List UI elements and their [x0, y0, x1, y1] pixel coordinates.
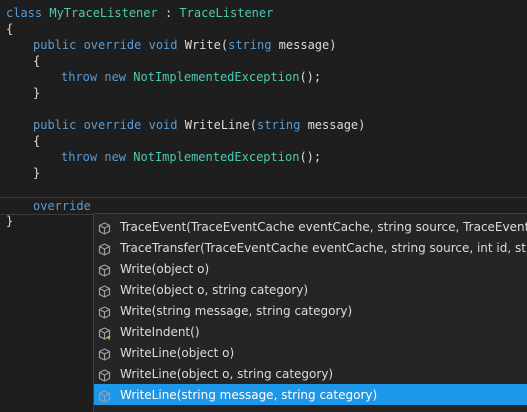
write-param-type: string [228, 38, 272, 52]
writeline-method-name: WriteLine [184, 118, 250, 132]
completion-item-label: TraceEvent(TraceEventCache eventCache, s… [120, 219, 527, 234]
writeline-modifiers: public override void [33, 118, 178, 132]
class-name: MyTraceListener [49, 6, 158, 20]
class-open-brace: { [6, 22, 14, 36]
completion-item[interactable]: TraceEvent(TraceEventCache eventCache, s… [94, 216, 527, 237]
current-line-override[interactable]: override [33, 198, 91, 214]
protected-method-cube-icon [98, 325, 111, 340]
writeline-open-brace: { [33, 134, 41, 148]
completion-item[interactable]: Write(object o) [94, 258, 527, 279]
completion-item[interactable]: WriteLine(object o, string category) [94, 363, 527, 384]
class-close-brace: } [6, 214, 14, 228]
throw-tail: (); [299, 70, 322, 84]
write-modifiers: public override void [33, 38, 178, 52]
write-method-name: Write [184, 38, 221, 52]
write-open-paren: ( [220, 38, 229, 52]
method-cube-icon [98, 241, 111, 256]
method-cube-icon [98, 346, 111, 361]
inheritance-separator: : [157, 6, 180, 20]
completion-item-label: WriteLine(object o) [120, 345, 235, 360]
throw-keyword: throw new [61, 70, 127, 84]
exception-type: NotImplementedException [133, 150, 300, 164]
writeline-open-paren: ( [249, 118, 257, 132]
completion-item[interactable]: WriteIndent() [94, 321, 527, 342]
throw-tail: (); [299, 150, 322, 164]
base-class-name: TraceListener [179, 6, 274, 20]
method-cube-icon [98, 283, 111, 298]
completion-item-label: WriteIndent() [120, 324, 200, 339]
completion-item[interactable]: TraceTransfer(TraceEventCache eventCache… [94, 237, 527, 258]
completion-item[interactable]: Write(string message, string category) [94, 300, 527, 321]
writeline-close-brace: } [33, 166, 41, 180]
write-close-brace: } [33, 86, 41, 100]
write-method-signature: public override void Write(string messag… [33, 37, 336, 53]
write-open-brace: { [33, 54, 41, 68]
completion-item-label: WriteLine(string message, string categor… [120, 387, 378, 402]
class-declaration-line: class MyTraceListener : TraceListener [6, 5, 273, 21]
write-param-name: message) [271, 38, 337, 52]
method-cube-icon [98, 262, 111, 277]
writeline-throw-statement: throw new NotImplementedException(); [61, 149, 321, 165]
method-cube-icon [98, 388, 111, 403]
method-cube-icon [98, 220, 111, 235]
intellisense-popup[interactable]: TraceEvent(TraceEventCache eventCache, s… [93, 213, 527, 412]
completion-item-label: WriteLine(object o, string category) [120, 366, 334, 381]
completion-item-label: Write(object o) [120, 261, 210, 276]
writeline-param-name: message) [300, 118, 366, 132]
method-cube-icon [98, 304, 111, 319]
completion-item[interactable]: Write(object o, string category) [94, 279, 527, 300]
completion-item-label: Write(object o, string category) [120, 282, 309, 297]
class-keyword: class [6, 6, 43, 20]
completion-item[interactable]: WriteLine(string message, string categor… [94, 384, 527, 405]
completion-item[interactable]: WriteLine(object o) [94, 342, 527, 363]
writeline-param-type: string [257, 118, 301, 132]
throw-keyword: throw new [61, 150, 127, 164]
exception-type: NotImplementedException [133, 70, 300, 84]
completion-item-label: Write(string message, string category) [120, 303, 353, 318]
writeline-method-signature: public override void WriteLine(string me… [33, 117, 365, 133]
method-cube-icon [98, 367, 111, 382]
completion-item-label: TraceTransfer(TraceEventCache eventCache… [120, 240, 527, 255]
write-throw-statement: throw new NotImplementedException(); [61, 69, 321, 85]
